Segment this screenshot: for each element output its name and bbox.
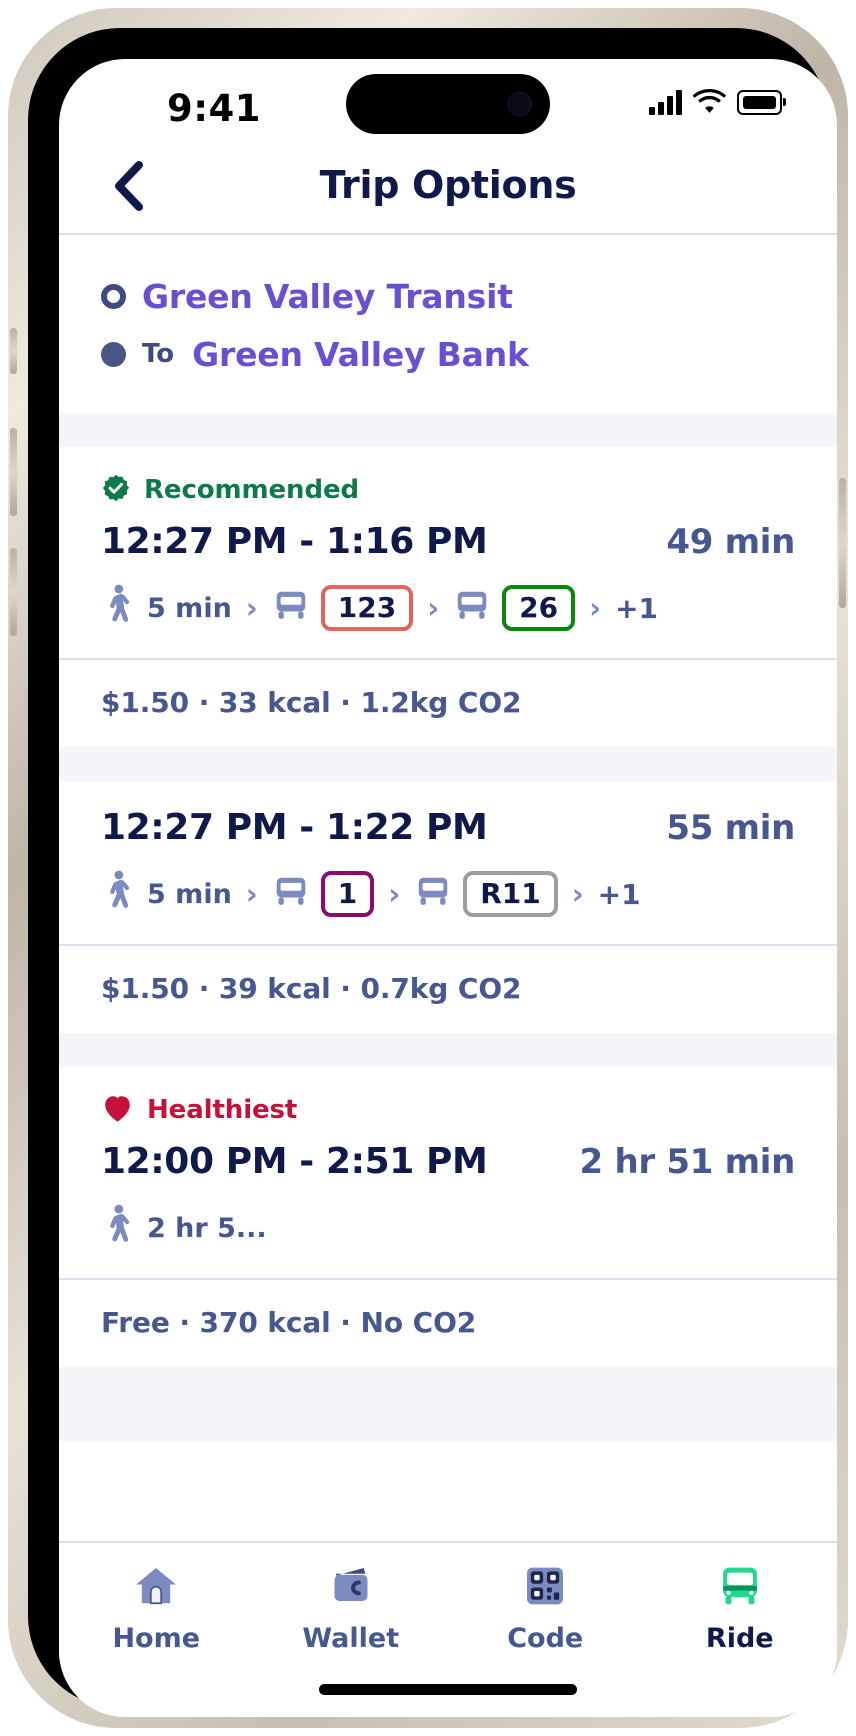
walk-leg: 5 min: [101, 582, 232, 634]
page-title: Trip Options: [319, 163, 577, 207]
nav-bar: Trip Options: [59, 151, 837, 235]
trip-option-details: $1.50 · 39 kcal · 0.7kg CO2: [59, 944, 837, 1033]
trip-option-card[interactable]: Healthiest 12:00 PM - 2:51 PM 2 hr 51 mi…: [59, 1067, 837, 1367]
volume-up-button[interactable]: [10, 428, 17, 516]
tab-label: Home: [112, 1623, 201, 1654]
status-icons: [649, 87, 786, 117]
bus-icon: [414, 872, 452, 916]
trip-time-range: 12:27 PM - 1:16 PM: [101, 521, 488, 562]
bus-icon: [716, 1563, 764, 1613]
walking-person-icon: [101, 868, 135, 920]
transit-leg: R11: [414, 870, 558, 918]
route-badge: R11: [463, 870, 558, 918]
circle-outline-icon: [101, 283, 126, 309]
trip-legs-row: 5 min ›: [101, 866, 795, 922]
tab-label: Ride: [705, 1623, 774, 1654]
section-divider-band: [59, 1033, 837, 1067]
walk-duration: 5 min: [147, 592, 232, 624]
phone-frame: 9:41 Trip Options Green Valley Transit T…: [8, 8, 848, 1728]
phone-screen: 9:41 Trip Options Green Valley Transit T…: [59, 59, 837, 1717]
front-camera-icon: [507, 91, 532, 117]
trip-option-summary: 12:27 PM - 1:22 PM 55 min 5 min › 1 › R1…: [59, 781, 837, 944]
status-bar: 9:41: [59, 59, 837, 151]
verified-badge-icon: [101, 473, 131, 507]
walking-person-icon: [101, 1202, 135, 1254]
walk-leg: 5 min: [101, 868, 232, 920]
trip-time-range: 12:27 PM - 1:22 PM: [101, 807, 488, 848]
trip-option-card[interactable]: Recommended 12:27 PM - 1:16 PM 49 min 5 …: [59, 447, 837, 747]
chevron-right-icon: ›: [245, 590, 258, 625]
dynamic-island: [346, 74, 550, 134]
silence-switch[interactable]: [10, 328, 17, 374]
badge-label: Recommended: [144, 475, 360, 505]
transit-leg: 1: [272, 870, 375, 918]
tab-label: Code: [507, 1623, 584, 1654]
wifi-icon: [692, 87, 727, 117]
heart-icon: [101, 1093, 134, 1127]
trip-time-range: 12:00 PM - 2:51 PM: [101, 1141, 488, 1182]
power-button[interactable]: [839, 478, 846, 608]
trip-legs-row: 2 hr 5...: [101, 1200, 795, 1256]
transit-leg: 123: [272, 584, 414, 632]
volume-down-button[interactable]: [10, 548, 17, 636]
chevron-right-icon: ›: [589, 590, 602, 625]
walk-duration: 5 min: [147, 878, 232, 910]
bus-icon: [272, 586, 310, 630]
trip-duration: 2 hr 51 min: [579, 1142, 796, 1182]
trip-destination-name: Green Valley Bank: [192, 334, 529, 374]
cellular-bars-icon: [649, 89, 682, 115]
trip-option-details: Free · 370 kcal · No CO2: [59, 1278, 837, 1367]
qr-code-icon: [521, 1563, 569, 1613]
chevron-right-icon: ›: [245, 876, 258, 911]
status-badge: Recommended: [101, 473, 795, 507]
home-icon: [132, 1563, 180, 1613]
home-indicator[interactable]: [319, 1684, 577, 1695]
tab-home[interactable]: Home: [59, 1563, 254, 1654]
wallet-icon: [327, 1563, 375, 1613]
trip-time-row: 12:00 PM - 2:51 PM 2 hr 51 min: [101, 1141, 795, 1182]
trip-options-list: Green Valley Transit To Green Valley Ban…: [59, 235, 837, 1535]
more-legs-count: +1: [597, 877, 641, 911]
phone-bezel: 9:41 Trip Options Green Valley Transit T…: [28, 28, 837, 1717]
tab-wallet[interactable]: Wallet: [254, 1563, 449, 1654]
badge-label: Healthiest: [147, 1095, 298, 1125]
bus-icon: [453, 586, 491, 630]
route-badge: 123: [320, 584, 414, 632]
battery-full-icon: [737, 89, 786, 115]
tab-code[interactable]: Code: [448, 1563, 643, 1654]
section-divider-band: [59, 413, 837, 447]
status-time: 9:41: [167, 87, 262, 130]
trip-time-row: 12:27 PM - 1:16 PM 49 min: [101, 521, 795, 562]
walking-person-icon: [101, 582, 135, 634]
walk-leg: 2 hr 5...: [101, 1202, 267, 1254]
chevron-right-icon: ›: [571, 876, 584, 911]
more-legs-count: +1: [615, 591, 659, 625]
route-badge: 1: [320, 870, 375, 918]
trip-duration: 49 min: [666, 522, 795, 562]
chevron-right-icon: ›: [388, 876, 401, 911]
section-divider-band: [59, 1367, 837, 1441]
trip-destination-row[interactable]: To Green Valley Bank: [59, 325, 837, 383]
walk-duration: 2 hr 5...: [147, 1212, 267, 1244]
circle-filled-icon: [101, 341, 126, 367]
trip-option-summary: Recommended 12:27 PM - 1:16 PM 49 min 5 …: [59, 447, 837, 658]
trip-destination-prefix: To: [142, 339, 175, 369]
trip-endpoints: Green Valley Transit To Green Valley Ban…: [59, 235, 837, 413]
route-badge: 26: [502, 584, 576, 632]
trip-origin-row[interactable]: Green Valley Transit: [59, 267, 837, 325]
chevron-right-icon: ›: [427, 590, 440, 625]
trip-legs-row: 5 min ›: [101, 580, 795, 636]
status-badge: Healthiest: [101, 1093, 795, 1127]
transit-leg: 26: [453, 584, 576, 632]
section-divider-band: [59, 747, 837, 781]
trip-origin-name: Green Valley Transit: [142, 276, 513, 316]
trip-option-summary: Healthiest 12:00 PM - 2:51 PM 2 hr 51 mi…: [59, 1067, 837, 1278]
trip-option-card[interactable]: 12:27 PM - 1:22 PM 55 min 5 min › 1 › R1…: [59, 781, 837, 1033]
tab-ride[interactable]: Ride: [643, 1563, 838, 1654]
bus-icon: [272, 872, 310, 916]
trip-duration: 55 min: [666, 808, 795, 848]
trip-option-details: $1.50 · 33 kcal · 1.2kg CO2: [59, 658, 837, 747]
tab-label: Wallet: [302, 1623, 400, 1654]
trip-time-row: 12:27 PM - 1:22 PM 55 min: [101, 807, 795, 848]
